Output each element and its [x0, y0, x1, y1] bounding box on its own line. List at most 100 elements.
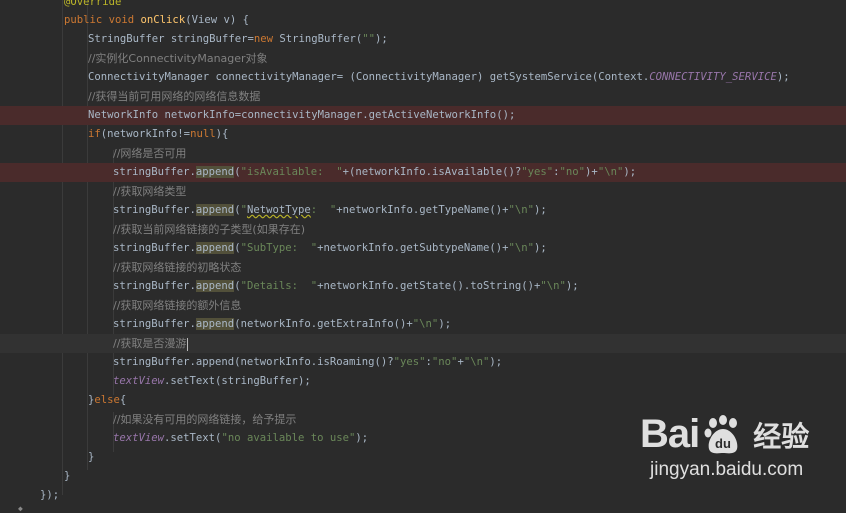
code-line-text: //获取网络链接的额外信息: [113, 296, 241, 316]
code-line[interactable]: //获取网络链接的初略状态: [0, 258, 846, 277]
code-token: );: [375, 33, 388, 45]
watermark-brand-suffix: 经验: [753, 420, 810, 452]
code-comment: //获得当前可用网络的网络信息数据: [88, 90, 261, 103]
code-line-text: stringBuffer.append("Details: "+networkI…: [113, 277, 579, 296]
code-string: "no": [559, 166, 586, 178]
code-token: append: [195, 166, 235, 178]
code-token: +networkInfo.getTypeName()+: [336, 204, 509, 216]
code-token: (networkInfo.getExtraInfo()+: [234, 318, 413, 330]
code-string: "\n": [508, 242, 534, 254]
code-comment: //网络是否可用: [113, 147, 187, 160]
code-line-text: });: [40, 486, 59, 505]
code-token: );: [438, 318, 452, 330]
code-line[interactable]: stringBuffer.append(networkInfo.getExtra…: [0, 315, 846, 334]
code-comment: //获取是否漫游: [113, 337, 187, 350]
code-line-text: }else{: [88, 391, 126, 410]
code-line-text: //获取网络类型: [113, 182, 186, 202]
code-line[interactable]: stringBuffer.append("SubType: "+networkI…: [0, 239, 846, 258]
code-line-text: stringBuffer.append("SubType: "+networkI…: [113, 239, 547, 258]
code-line[interactable]: //获取是否漫游: [0, 334, 846, 353]
code-line[interactable]: stringBuffer.append("NetwotType: "+netwo…: [0, 201, 846, 220]
code-line[interactable]: stringBuffer.append("Details: "+networkI…: [0, 277, 846, 296]
code-token: stringBuffer.: [113, 242, 196, 254]
code-line-text: stringBuffer.append(networkInfo.isRoamin…: [113, 353, 502, 372]
baidu-jingyan-watermark: Bai du 经验 jingyan.baidu.com: [640, 412, 840, 502]
code-token: });: [40, 489, 60, 501]
code-token: textView: [113, 375, 165, 387]
code-token: +networkInfo.getState().toString()+: [317, 280, 541, 292]
code-line[interactable]: //实例化ConnectivityManager对象: [0, 49, 846, 68]
code-line-text: }: [88, 448, 94, 467]
code-token: stringBuffer.: [113, 318, 196, 330]
code-token: (networkInfo!=: [100, 128, 191, 140]
code-token: );: [565, 280, 579, 292]
code-token: @Override: [64, 0, 122, 8]
code-keyword: if: [88, 128, 101, 140]
code-token: );: [489, 356, 503, 368]
code-string: : ": [310, 204, 337, 216]
code-keyword: new: [253, 33, 280, 45]
code-comment: //获取网络类型: [113, 185, 187, 198]
code-token: );: [355, 432, 369, 444]
baidu-paw-icon: du: [704, 414, 738, 453]
code-line-text: StringBuffer stringBuffer=new StringBuff…: [88, 30, 388, 49]
code-line[interactable]: stringBuffer.append(networkInfo.isRoamin…: [0, 353, 846, 372]
code-line[interactable]: stringBuffer.append("isAvailable: "+(net…: [0, 163, 846, 182]
code-token: .setText(: [164, 432, 222, 444]
code-line-text: stringBuffer.append("NetwotType: "+netwo…: [113, 201, 547, 220]
code-token: append: [195, 204, 235, 216]
code-string: "isAvailable: ": [240, 166, 343, 178]
code-keyword: else: [94, 394, 120, 406]
code-line[interactable]: //获取网络类型: [0, 182, 846, 201]
code-token: textView: [113, 432, 165, 444]
code-line[interactable]: //网络是否可用: [0, 144, 846, 163]
code-token: stringBuffer.append(networkInfo.isRoamin…: [113, 356, 394, 368]
code-string: "\n": [597, 166, 624, 178]
code-line-text: NetworkInfo networkInfo=connectivityMana…: [88, 106, 515, 125]
code-line-text: textView.setText("no available to use");: [113, 429, 368, 448]
code-comment: //获取网络链接的初略状态: [113, 261, 242, 274]
code-line[interactable]: NetworkInfo networkInfo=connectivityMana…: [0, 106, 846, 125]
code-token: StringBuffer(: [279, 33, 363, 45]
code-line[interactable]: StringBuffer stringBuffer=new StringBuff…: [0, 30, 846, 49]
code-line-text: //获取当前网络链接的子类型(如果存在): [113, 220, 305, 240]
code-line[interactable]: textView.setText(stringBuffer);: [0, 372, 846, 391]
code-line-text: stringBuffer.append(networkInfo.getExtra…: [113, 315, 451, 334]
code-line[interactable]: if(networkInfo!=null){: [0, 125, 846, 144]
code-line-text: }: [64, 467, 70, 486]
code-token: }: [64, 470, 71, 482]
code-token: stringBuffer.: [113, 280, 196, 292]
code-line-text: //获取是否漫游: [113, 334, 189, 354]
watermark-paw-letters: du: [715, 436, 731, 451]
code-token: NetworkInfo networkInfo=connectivityMana…: [88, 109, 516, 121]
code-token: stringBuffer.: [113, 166, 196, 178]
code-token: append: [195, 242, 235, 254]
code-line[interactable]: }else{: [0, 391, 846, 410]
code-comment: //实例化ConnectivityManager对象: [88, 52, 268, 65]
code-line-text: //获得当前可用网络的网络信息数据: [88, 87, 260, 107]
code-line[interactable]: ConnectivityManager connectivityManager=…: [0, 68, 846, 87]
code-line[interactable]: //获取网络链接的额外信息: [0, 296, 846, 315]
code-string: "": [362, 33, 376, 45]
code-line-text: stringBuffer.append("isAvailable: "+(net…: [113, 163, 636, 182]
code-token: }: [88, 451, 95, 463]
code-token: .setText(stringBuffer);: [164, 375, 311, 387]
code-line-text: //网络是否可用: [113, 144, 186, 164]
code-line-text: ConnectivityManager connectivityManager=…: [88, 68, 790, 87]
code-token: {: [119, 394, 127, 406]
code-string: "SubType: ": [240, 242, 318, 254]
code-line[interactable]: public void onClick(View v) {: [0, 11, 846, 30]
code-string: "\n": [508, 204, 535, 216]
code-line-text: //如果没有可用的网络链接，给予提示: [113, 410, 296, 430]
code-line[interactable]: //获取当前网络链接的子类型(如果存在): [0, 220, 846, 239]
code-string: "yes": [393, 356, 426, 368]
code-token: NetwotType: [246, 204, 311, 216]
code-line[interactable]: //获得当前可用网络的网络信息数据: [0, 87, 846, 106]
code-token: )+: [585, 166, 598, 178]
code-keyword: null: [190, 128, 216, 140]
code-token: StringBuffer stringBuffer=: [88, 33, 254, 45]
code-token: (View v) {: [185, 14, 249, 26]
code-keyword: public void: [64, 14, 141, 26]
code-line-text: //获取网络链接的初略状态: [113, 258, 241, 278]
code-token: );: [623, 166, 637, 178]
